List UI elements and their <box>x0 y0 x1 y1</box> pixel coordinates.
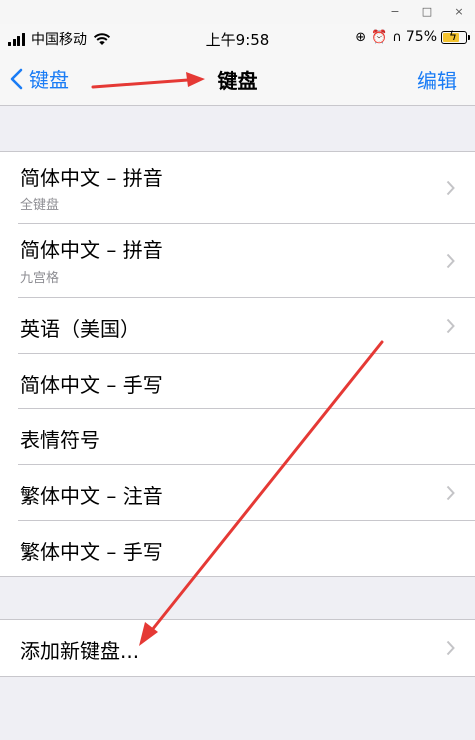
add-keyboard-label: 添加新键盘... <box>20 639 140 663</box>
chevron-right-icon <box>446 253 455 269</box>
battery-percent: 75% <box>405 29 437 45</box>
alarm-icon: ⏰ <box>371 29 388 45</box>
keyboard-item-emoji[interactable]: 表情符号 <box>0 409 475 465</box>
window-titlebar: − □ × <box>0 0 475 24</box>
status-bar: 中国移动 上午9:58 ⊕ ⏰ ∩ 75% ϟ <box>0 24 475 54</box>
keyboard-list: 简体中文 – 拼音 全键盘 简体中文 – 拼音 九宫格 英语（美国） 简体中文 … <box>0 151 475 577</box>
maximize-icon[interactable]: □ <box>418 3 436 21</box>
orientation-lock-icon: ⊕ <box>355 29 367 45</box>
minimize-icon[interactable]: − <box>386 3 404 21</box>
keyboard-title: 简体中文 – 拼音 <box>20 166 163 190</box>
keyboard-subtitle: 九宫格 <box>20 271 60 286</box>
keyboard-item-pinyin-9key[interactable]: 简体中文 – 拼音 九宫格 <box>0 224 475 298</box>
keyboard-title: 简体中文 – 手写 <box>20 373 163 397</box>
chevron-right-icon <box>446 640 455 656</box>
keyboard-title: 简体中文 – 拼音 <box>20 238 163 262</box>
keyboard-title: 表情符号 <box>20 428 100 452</box>
keyboard-item-pinyin-full[interactable]: 简体中文 – 拼音 全键盘 <box>0 152 475 224</box>
battery-icon: ϟ <box>441 29 470 44</box>
headphones-icon: ∩ <box>392 29 402 45</box>
add-keyboard-group: 添加新键盘... <box>0 619 475 677</box>
chevron-right-icon <box>446 318 455 334</box>
chevron-right-icon <box>446 485 455 501</box>
chevron-right-icon <box>446 180 455 196</box>
navigation-bar: 键盘 键盘 编辑 <box>0 54 475 106</box>
keyboard-item-traditional-handwriting[interactable]: 繁体中文 – 手写 <box>0 521 475 576</box>
keyboard-title: 英语（美国） <box>20 317 140 341</box>
add-keyboard-button[interactable]: 添加新键盘... <box>0 620 475 676</box>
keyboard-title: 繁体中文 – 注音 <box>20 484 163 508</box>
keyboard-item-english-us[interactable]: 英语（美国） <box>0 298 475 354</box>
edit-button[interactable]: 编辑 <box>417 65 457 94</box>
keyboard-title: 繁体中文 – 手写 <box>20 540 163 564</box>
keyboard-item-zhuyin[interactable]: 繁体中文 – 注音 <box>0 465 475 521</box>
keyboard-item-simplified-handwriting[interactable]: 简体中文 – 手写 <box>0 354 475 409</box>
close-icon[interactable]: × <box>450 3 468 21</box>
page-title: 键盘 <box>217 69 258 93</box>
keyboard-subtitle: 全键盘 <box>20 198 60 213</box>
